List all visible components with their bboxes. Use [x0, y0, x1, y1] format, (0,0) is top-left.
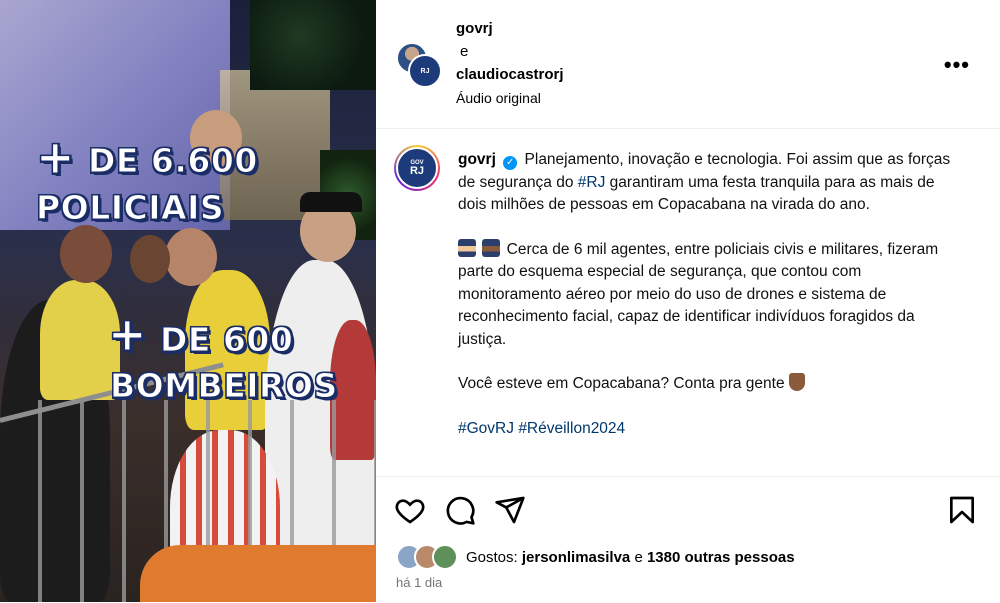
crowd-head — [60, 225, 112, 283]
caption-username[interactable]: govrj — [458, 151, 496, 168]
police-officer-icon — [458, 238, 476, 257]
collab-avatars[interactable]: RJ — [396, 42, 442, 88]
likes-and: e — [634, 548, 643, 566]
background-tree — [250, 0, 376, 90]
share-icon[interactable] — [494, 494, 526, 526]
overlay-text-1: DE 6.600 — [88, 141, 258, 180]
overlay-text-3: DE 600 — [159, 320, 294, 359]
likes-others-link[interactable]: 1380 outras pessoas — [647, 549, 795, 566]
avatar — [432, 544, 458, 570]
avatar-logo-bottom: RJ — [409, 164, 425, 177]
caption-paragraph-1: govrj ✓ Planejamento, inovação e tecnolo… — [458, 149, 958, 217]
overlay-line-3: DE 600 — [110, 320, 294, 359]
post-actions: Gostos: jersonlimasilva e 1380 outras pe… — [376, 476, 1000, 603]
avatar: RJ — [408, 54, 442, 88]
post-timestamp[interactable]: há 1 dia — [396, 575, 442, 590]
caption-text: govrj ✓ Planejamento, inovação e tecnolo… — [458, 149, 958, 462]
hashtag-link[interactable]: #GovRJ — [458, 420, 514, 437]
post-caption: GOV RJ govrj ✓ Planejamento, inovação e … — [376, 129, 1000, 474]
caption-paragraph-2: Cerca de 6 mil agentes, entre policiais … — [458, 238, 958, 352]
caption-text-3: Você esteve em Copacabana? Conta pra gen… — [458, 375, 785, 392]
pointing-down-icon — [788, 373, 805, 391]
overlay-line-4: BOMBEIROS — [110, 366, 338, 405]
avatar[interactable]: GOV RJ — [394, 145, 440, 191]
bookmark-icon[interactable] — [946, 494, 978, 526]
overlay-line-2: POLICIAIS — [35, 188, 225, 227]
crowd-cap — [300, 192, 362, 212]
audio-link[interactable]: Áudio original — [456, 90, 541, 106]
avatar-badge: RJ — [420, 67, 430, 75]
likes-summary[interactable]: Gostos: jersonlimasilva e 1380 outras pe… — [396, 544, 795, 570]
crowd-head — [130, 235, 170, 283]
crowd-head — [165, 228, 217, 286]
likes-text: Gostos: jersonlimasilva e 1380 outras pe… — [466, 549, 795, 566]
hashtag-link[interactable]: #RJ — [578, 174, 606, 191]
avatar-logo: GOV RJ — [396, 147, 438, 189]
police-officer-icon — [482, 238, 501, 257]
comment-icon[interactable] — [444, 494, 476, 526]
post-panel: RJ govrj e claudiocastrorj Áudio origina… — [376, 0, 1000, 602]
overlay-line-1: DE 6.600 — [38, 141, 258, 180]
heart-icon[interactable] — [394, 494, 426, 526]
hashtag-link[interactable]: #Réveillon2024 — [518, 420, 625, 437]
username-link[interactable]: govrj — [456, 20, 493, 37]
collab-conjunction: e — [460, 43, 469, 60]
likes-prefix: Gostos: — [466, 548, 518, 566]
caption-paragraph-3: Você esteve em Copacabana? Conta pra gen… — [458, 373, 958, 396]
post-media[interactable]: + DE 6.600 POLICIAIS + DE 600 BOMBEIROS — [0, 0, 376, 602]
caption-text-2: Cerca de 6 mil agentes, entre policiais … — [458, 240, 939, 348]
post-header: RJ govrj e claudiocastrorj Áudio origina… — [376, 0, 1000, 129]
orange-barrier — [140, 545, 376, 602]
more-icon[interactable]: ••• — [944, 54, 970, 76]
caption-hashtags: #GovRJ #Réveillon2024 — [458, 418, 958, 441]
verified-icon: ✓ — [503, 156, 518, 170]
likes-user-link[interactable]: jersonlimasilva — [522, 549, 630, 566]
username-link[interactable]: claudiocastrorj — [456, 66, 564, 83]
